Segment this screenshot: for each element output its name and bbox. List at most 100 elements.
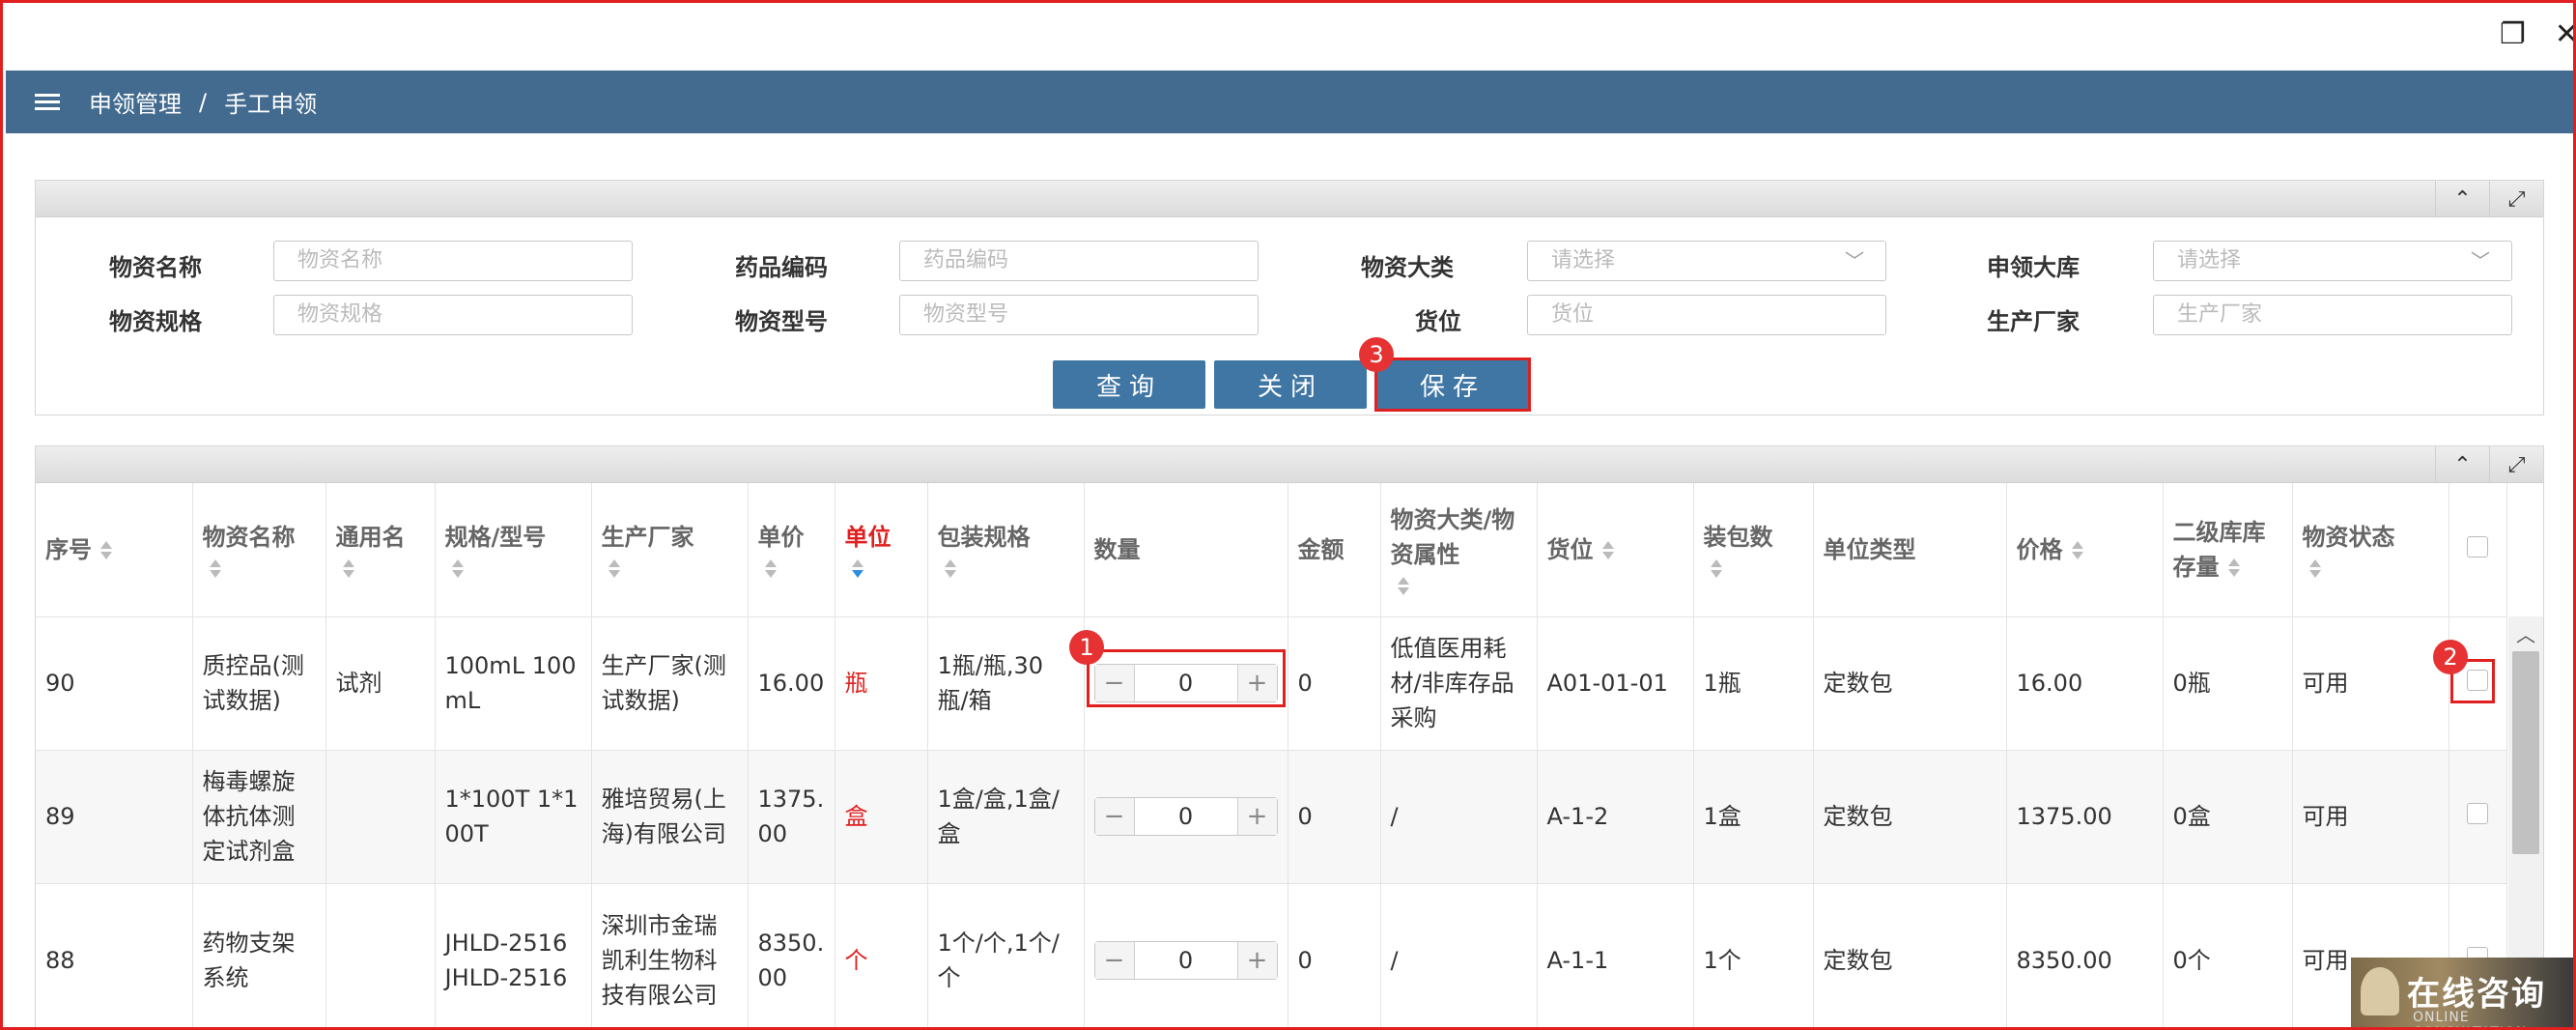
category-select[interactable]: 请选择 ﹀ (1527, 241, 1886, 281)
annotation-badge-2: 2 (2433, 640, 2468, 674)
cell-category: / (1380, 883, 1538, 1027)
th-name[interactable]: 物资名称 (192, 483, 326, 617)
table-header-row: 序号 物资名称 通用名 规格/型号 生产厂家 单价 单位 包装规格 数量 金额 … (36, 483, 2507, 617)
th-pack[interactable]: 包装规格 (927, 483, 1085, 617)
warehouse-label: 申领大库 (1987, 254, 2080, 281)
th-location[interactable]: 货位 (1537, 483, 1694, 617)
th-seq[interactable]: 序号 (36, 483, 193, 617)
th-spec[interactable]: 规格/型号 (435, 483, 592, 617)
menu-icon[interactable] (35, 93, 60, 111)
th-select-all[interactable] (2449, 483, 2507, 617)
plus-icon[interactable]: + (1237, 798, 1277, 835)
cell-unit: 盒 (835, 750, 928, 884)
th-unit[interactable]: 单位 (835, 483, 928, 617)
warehouse-select-value: 请选择 (2177, 248, 2242, 272)
cell-pack-count: 1瓶 (1693, 616, 1814, 751)
cell-unit-type: 定数包 (1813, 616, 2007, 751)
quantity-value[interactable]: 0 (1133, 798, 1238, 835)
restore-icon[interactable]: ❐ (2500, 20, 2526, 49)
breadcrumb-bar: 申领管理 / 手工申领 (6, 71, 2573, 133)
spec-input[interactable]: 物资规格 (273, 295, 633, 335)
th-maker[interactable]: 生产厂家 (591, 483, 749, 617)
th-pack-count[interactable]: 装包数 (1693, 483, 1814, 617)
category-select-value: 请选择 (1551, 248, 1616, 272)
plus-icon[interactable]: + (1237, 942, 1277, 979)
sort-icon[interactable] (2227, 558, 2241, 579)
cell-stock: 0个 (2163, 883, 2293, 1027)
cell-spec: JHLD-2516 JHLD-2516 (435, 883, 592, 1027)
sort-icon[interactable] (342, 558, 355, 580)
warehouse-select[interactable]: 请选择 ﹀ (2153, 241, 2512, 281)
th-generic[interactable]: 通用名 (326, 483, 436, 617)
online-consultation-widget[interactable]: 在线咨询 ONLINE CONSULTATION (2351, 958, 2573, 1027)
material-name-input[interactable]: 物资名称 (273, 241, 633, 281)
quantity-highlight (1087, 649, 1286, 707)
manufacturer-input[interactable]: 生产厂家 (2153, 295, 2512, 335)
cell-generic (326, 750, 436, 884)
drug-code-input[interactable]: 药品编码 (899, 241, 1259, 281)
cell-location: A-1-2 (1537, 750, 1694, 884)
table-row[interactable]: 89 梅毒螺旋体抗体测定试剂盒 1*100T 1*100T 雅培贸易(上海)有限… (36, 750, 2507, 884)
sort-icon[interactable] (1397, 576, 1410, 597)
expand-icon[interactable]: ⤢ (2489, 181, 2543, 217)
sort-icon[interactable] (451, 558, 465, 580)
th-price2[interactable]: 价格 (2006, 483, 2164, 617)
quantity-stepper[interactable]: − 0 + (1093, 797, 1278, 836)
cell-amount: 0 (1288, 883, 1381, 1027)
close-icon[interactable]: ✕ (2555, 20, 2573, 49)
sort-icon[interactable] (1710, 558, 1723, 580)
expand-icon[interactable]: ⤢ (2489, 446, 2543, 483)
cell-maker: 深圳市金瑞凯利生物科技有限公司 (591, 883, 749, 1027)
sort-icon[interactable] (2071, 540, 2084, 561)
cell-location: A01-01-01 (1537, 616, 1694, 751)
chevron-down-icon: ﹀ (1845, 249, 1864, 272)
table-row[interactable]: 88 药物支架系统 JHLD-2516 JHLD-2516 深圳市金瑞凯利生物科… (36, 883, 2507, 1027)
th-status[interactable]: 物资状态 (2292, 483, 2449, 617)
quantity-stepper[interactable]: − 0 + (1093, 941, 1278, 980)
results-panel-header: ⌃ ⤢ (36, 446, 2543, 483)
sort-icon-active[interactable] (851, 558, 864, 580)
scroll-up-icon[interactable]: ︿ (2508, 616, 2543, 649)
th-category[interactable]: 物资大类/物资属性 (1380, 483, 1538, 617)
cell-pack-count: 1盒 (1693, 750, 1814, 884)
query-button[interactable]: 查询 (1053, 360, 1205, 409)
minus-icon[interactable]: − (1094, 942, 1134, 979)
sort-icon[interactable] (2308, 558, 2322, 580)
spec-label: 物资规格 (109, 308, 202, 335)
cell-price2: 16.00 (2006, 616, 2164, 751)
location-input[interactable]: 货位 (1527, 295, 1886, 335)
th-price[interactable]: 单价 (748, 483, 835, 617)
sort-icon[interactable] (608, 558, 621, 580)
cell-spec: 100mL 100mL (435, 616, 592, 751)
quantity-value[interactable]: 0 (1133, 942, 1238, 979)
collapse-icon[interactable]: ⌃ (2435, 446, 2489, 483)
row-checkbox[interactable] (2467, 803, 2488, 824)
cell-name: 梅毒螺旋体抗体测定试剂盒 (192, 750, 326, 884)
cell-pack: 1个/个,1个/个 (927, 883, 1085, 1027)
cell-category: / (1380, 750, 1538, 884)
sort-icon[interactable] (1601, 540, 1615, 561)
sort-icon[interactable] (764, 558, 778, 580)
location-label: 货位 (1415, 308, 1461, 335)
collapse-icon[interactable]: ⌃ (2435, 181, 2489, 217)
cell-seq: 89 (36, 750, 193, 884)
drug-code-label: 药品编码 (735, 254, 828, 281)
cell-unit: 瓶 (835, 616, 928, 751)
model-input[interactable]: 物资型号 (899, 295, 1259, 335)
cell-stock: 0盒 (2163, 750, 2293, 884)
breadcrumb-parent[interactable]: 申领管理 (89, 85, 182, 119)
close-button[interactable]: 关闭 (1214, 360, 1367, 409)
breadcrumb-current: 手工申领 (224, 91, 318, 118)
cell-generic (326, 883, 436, 1027)
minus-icon[interactable]: − (1094, 798, 1134, 835)
cell-price: 16.00 (748, 616, 835, 751)
select-all-checkbox[interactable] (2467, 535, 2488, 558)
sort-icon[interactable] (944, 558, 957, 580)
window-controls: ❐ ✕ (2500, 20, 2573, 49)
cell-name: 质控品(测试数据) (192, 616, 326, 751)
sort-icon[interactable] (99, 540, 113, 561)
sort-icon[interactable] (209, 558, 222, 580)
th-stock[interactable]: 二级库库存量 (2163, 483, 2293, 617)
scroll-thumb[interactable] (2512, 651, 2539, 854)
annotation-badge-1: 1 (1069, 630, 1104, 665)
